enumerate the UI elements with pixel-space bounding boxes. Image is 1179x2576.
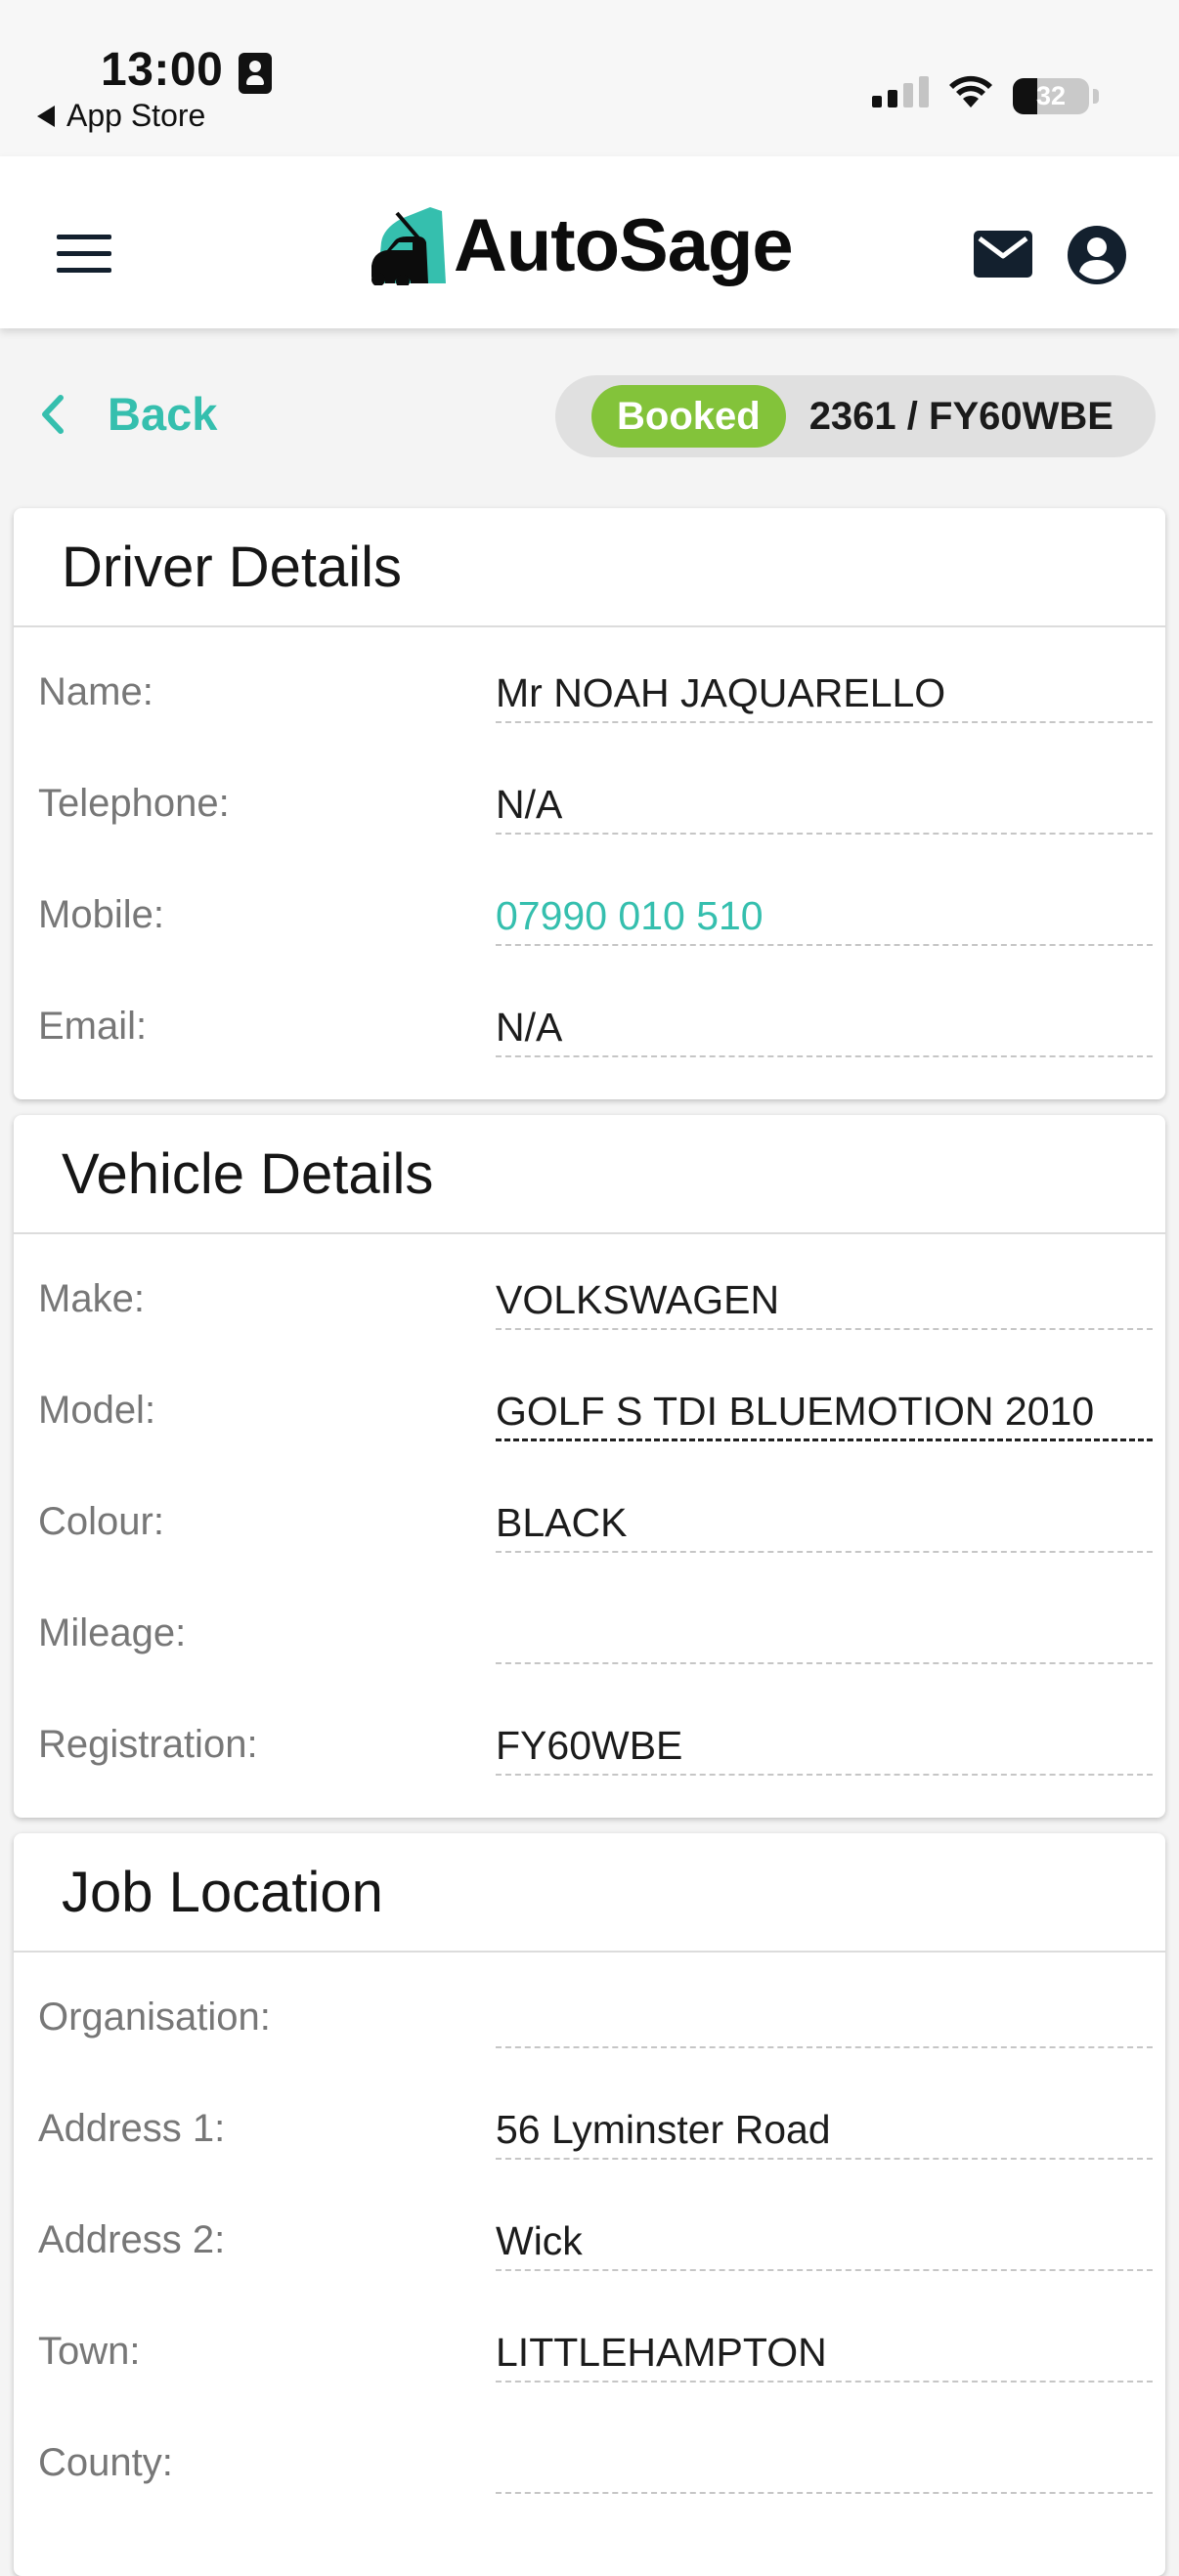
autosage-logo: AutoSage [370, 201, 794, 289]
driver-details-card: Driver Details Name: Mr NOAH JAQUARELLO … [14, 508, 1165, 1099]
driver-email-field[interactable]: N/A [496, 1005, 1153, 1057]
row-label: Mileage: [38, 1611, 187, 1654]
job-location-card: Job Location Organisation: Address 1: 56… [14, 1833, 1165, 2576]
status-badge: Booked [591, 385, 786, 448]
mail-icon[interactable] [972, 229, 1034, 279]
driver-name-field[interactable]: Mr NOAH JAQUARELLO [496, 670, 1153, 723]
row-label: Model: [38, 1389, 156, 1432]
vehicle-mileage-field[interactable] [496, 1611, 1153, 1664]
battery-percent: 32 [1035, 81, 1067, 110]
card-title: Job Location [14, 1833, 1165, 1953]
detail-row-organisation: Organisation: [14, 1953, 1165, 2064]
app-header: AutoSage [0, 156, 1179, 328]
county-field[interactable] [496, 2441, 1153, 2494]
car-bonnet-logo-icon [371, 207, 446, 285]
row-label: Colour: [38, 1500, 164, 1543]
job-reference: 2361 / FY60WBE [808, 394, 1114, 438]
detail-row-model: Model: GOLF S TDI BLUEMOTION 2010 [14, 1346, 1165, 1457]
driver-mobile-link[interactable]: 07990 010 510 [496, 893, 1153, 946]
detail-row-email: Email: N/A [14, 962, 1165, 1073]
vehicle-details-card: Vehicle Details Make: VOLKSWAGEN Model: … [14, 1115, 1165, 1818]
row-label: Telephone: [38, 782, 230, 825]
return-to-app-store[interactable]: App Store [37, 98, 205, 134]
row-label: Registration: [38, 1723, 258, 1766]
row-label: Mobile: [38, 893, 164, 936]
detail-row-registration: Registration: FY60WBE [14, 1680, 1165, 1791]
card-title: Vehicle Details [14, 1115, 1165, 1234]
back-triangle-icon [37, 105, 55, 127]
detail-row-colour: Colour: BLACK [14, 1457, 1165, 1568]
cellular-signal-icon [872, 76, 929, 107]
hamburger-menu-icon[interactable] [57, 235, 111, 274]
card-title: Driver Details [14, 508, 1165, 627]
battery-icon: 32 [1013, 78, 1089, 114]
return-app-label: App Store [66, 98, 206, 133]
battery-cap [1093, 89, 1099, 104]
contact-card-icon [239, 53, 272, 94]
driver-telephone-field[interactable]: N/A [496, 782, 1153, 835]
vehicle-make-field[interactable]: VOLKSWAGEN [496, 1277, 1153, 1330]
detail-row-address-2: Address 2: Wick [14, 2175, 1165, 2287]
vehicle-model-field[interactable]: GOLF S TDI BLUEMOTION 2010 [496, 1389, 1153, 1441]
logo-text: AutoSage [454, 203, 794, 287]
organisation-field[interactable] [496, 1996, 1153, 2048]
address-2-field[interactable]: Wick [496, 2218, 1153, 2271]
job-reference-pill: Booked 2361 / FY60WBE [555, 375, 1156, 457]
detail-row-make: Make: VOLKSWAGEN [14, 1234, 1165, 1346]
row-label: County: [38, 2441, 173, 2484]
vehicle-colour-field[interactable]: BLACK [496, 1500, 1153, 1553]
town-field[interactable]: LITTLEHAMPTON [496, 2330, 1153, 2383]
chevron-left-icon [42, 394, 64, 434]
detail-row-mobile: Mobile: 07990 010 510 [14, 850, 1165, 962]
detail-row-mileage: Mileage: [14, 1568, 1165, 1680]
row-label: Make: [38, 1277, 145, 1320]
back-button[interactable]: Back [37, 387, 217, 441]
row-label: Name: [38, 670, 153, 713]
detail-row-county: County: [14, 2398, 1165, 2510]
wifi-icon [949, 75, 992, 107]
row-label: Organisation: [38, 1996, 271, 2039]
row-label: Address 1: [38, 2107, 226, 2150]
row-label: Town: [38, 2330, 141, 2373]
detail-row-name: Name: Mr NOAH JAQUARELLO [14, 627, 1165, 739]
row-label: Address 2: [38, 2218, 226, 2261]
user-account-icon[interactable] [1067, 225, 1127, 285]
status-time: 13:00 [101, 44, 224, 96]
job-nav-bar: Back Booked 2361 / FY60WBE [0, 328, 1179, 504]
status-bar: 13:00 App Store 32 [0, 0, 1179, 156]
detail-row-town: Town: LITTLEHAMPTON [14, 2287, 1165, 2398]
address-1-field[interactable]: 56 Lyminster Road [496, 2107, 1153, 2160]
detail-row-telephone: Telephone: N/A [14, 739, 1165, 850]
row-label: Email: [38, 1005, 148, 1048]
vehicle-registration-field[interactable]: FY60WBE [496, 1723, 1153, 1776]
back-label: Back [108, 388, 218, 440]
detail-row-address-1: Address 1: 56 Lyminster Road [14, 2064, 1165, 2175]
